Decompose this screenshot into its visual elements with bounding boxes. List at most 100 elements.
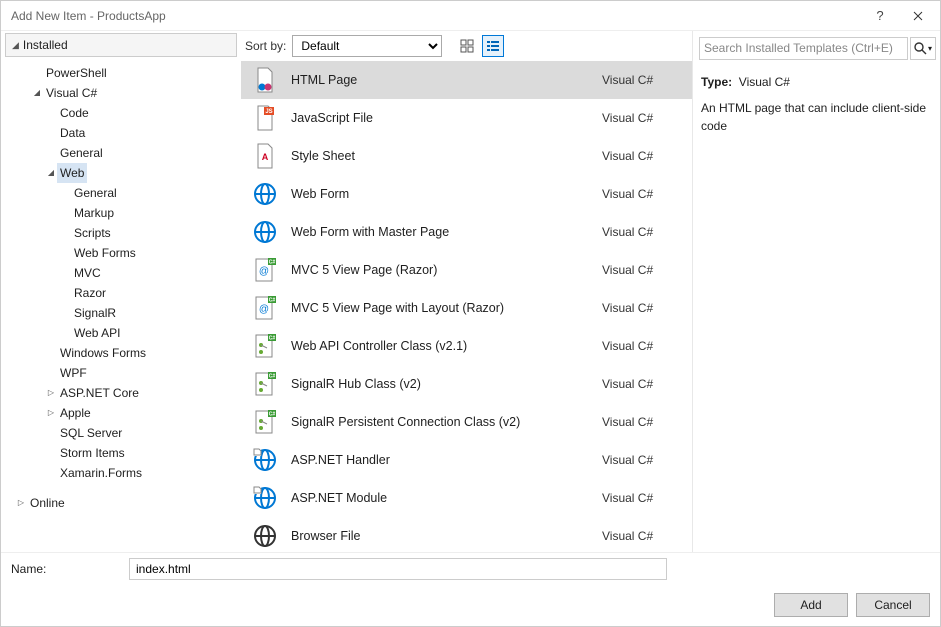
globe3-file-icon — [253, 524, 277, 548]
globe2-file-icon — [253, 448, 277, 472]
template-label: SignalR Persistent Connection Class (v2) — [291, 415, 588, 429]
svg-text:JS: JS — [265, 109, 272, 115]
tree-item-web-signalr[interactable]: SignalR — [11, 303, 241, 323]
svg-text:C#: C# — [269, 260, 276, 266]
globe-file-icon — [253, 182, 277, 206]
search-input[interactable]: Search Installed Templates (Ctrl+E) — [699, 37, 908, 60]
tree-item-powershell[interactable]: PowerShell — [11, 63, 241, 83]
help-button[interactable]: ? — [865, 1, 895, 31]
template-language: Visual C# — [602, 73, 682, 87]
dropdown-caret-icon: ▾ — [928, 44, 932, 53]
name-row: Name: — [1, 552, 940, 584]
css-file-icon: A — [253, 144, 277, 168]
chevron-right-icon: ▷ — [15, 493, 27, 513]
template-row[interactable]: Web FormVisual C# — [241, 175, 692, 213]
template-row[interactable]: Browser FileVisual C# — [241, 517, 692, 552]
template-label: ASP.NET Handler — [291, 453, 588, 467]
online-header[interactable]: ▷Online — [11, 493, 241, 513]
view-list-button[interactable] — [482, 35, 504, 57]
template-language: Visual C# — [602, 529, 682, 543]
tree-item-storm-items[interactable]: Storm Items — [11, 443, 241, 463]
tree-item-web-forms[interactable]: Web Forms — [11, 243, 241, 263]
svg-text:C#: C# — [269, 374, 276, 380]
tree-item-web-general[interactable]: General — [11, 183, 241, 203]
svg-text:A: A — [262, 152, 269, 162]
tree-item-web-mvc[interactable]: MVC — [11, 263, 241, 283]
tree-item-web[interactable]: ◢Web — [11, 163, 241, 183]
template-row[interactable]: C# SignalR Persistent Connection Class (v… — [241, 403, 692, 441]
name-input[interactable] — [129, 558, 667, 580]
type-label: Type: — [701, 75, 732, 89]
tree-item-general[interactable]: General — [11, 143, 241, 163]
category-tree: PowerShell ◢Visual C# Code Data General … — [1, 63, 241, 513]
tree-item-web-webapi[interactable]: Web API — [11, 323, 241, 343]
template-label: MVC 5 View Page with Layout (Razor) — [291, 301, 588, 315]
tree-item-xamarin-forms[interactable]: Xamarin.Forms — [11, 463, 241, 483]
chevron-down-icon: ◢ — [12, 40, 19, 51]
search-icon — [914, 42, 927, 55]
tree-item-windows-forms[interactable]: Windows Forms — [11, 343, 241, 363]
template-row[interactable]: ASP.NET ModuleVisual C# — [241, 479, 692, 517]
template-row[interactable]: C#SignalR Hub Class (v2)Visual C# — [241, 365, 692, 403]
template-list[interactable]: HTML PageVisual C#JSJavaScript FileVisua… — [241, 61, 692, 552]
template-row[interactable]: HTML PageVisual C# — [241, 61, 692, 99]
razor-file-icon: @C# — [253, 258, 277, 282]
template-label: Web API Controller Class (v2.1) — [291, 339, 588, 353]
template-row[interactable]: JSJavaScript FileVisual C# — [241, 99, 692, 137]
template-label: SignalR Hub Class (v2) — [291, 377, 588, 391]
globe-file-icon — [253, 220, 277, 244]
template-label: Style Sheet — [291, 149, 588, 163]
left-panel: ◢ Installed PowerShell ◢Visual C# Code D… — [1, 31, 241, 552]
close-icon — [913, 11, 923, 21]
template-language: Visual C# — [602, 225, 682, 239]
add-button[interactable]: Add — [774, 593, 848, 617]
template-language: Visual C# — [602, 453, 682, 467]
center-toolbar: Sort by: Default — [241, 31, 692, 61]
search-button[interactable]: ▾ — [910, 37, 936, 60]
template-label: MVC 5 View Page (Razor) — [291, 263, 588, 277]
tree-item-visual-csharp[interactable]: ◢Visual C# — [11, 83, 241, 103]
template-language: Visual C# — [602, 149, 682, 163]
template-row[interactable]: Web Form with Master Page Visual C# — [241, 213, 692, 251]
tree-item-data[interactable]: Data — [11, 123, 241, 143]
tree-item-web-scripts[interactable]: Scripts — [11, 223, 241, 243]
template-row[interactable]: @C# MVC 5 View Page (Razor) Visual C# — [241, 251, 692, 289]
grid-icon — [460, 39, 474, 53]
view-large-icons-button[interactable] — [456, 35, 478, 57]
center-panel: Sort by: Default HTML PageVisual C#JSJav… — [241, 31, 692, 552]
svg-text:C#: C# — [269, 298, 276, 304]
template-row[interactable]: A Style Sheet Visual C# — [241, 137, 692, 175]
sort-by-label: Sort by: — [245, 39, 286, 53]
tree-item-wpf[interactable]: WPF — [11, 363, 241, 383]
template-row[interactable]: ASP.NET Handler Visual C# — [241, 441, 692, 479]
template-language: Visual C# — [602, 491, 682, 505]
template-language: Visual C# — [602, 301, 682, 315]
template-language: Visual C# — [602, 339, 682, 353]
chevron-down-icon: ◢ — [45, 163, 57, 183]
template-language: Visual C# — [602, 263, 682, 277]
chevron-right-icon: ▷ — [45, 403, 57, 423]
class-file-icon: C# — [253, 372, 277, 396]
class-file-icon: C# — [253, 410, 277, 434]
template-language: Visual C# — [602, 187, 682, 201]
svg-text:C#: C# — [269, 336, 276, 342]
template-details: Type: Visual C# An HTML page that can in… — [699, 63, 936, 145]
template-row[interactable]: @C#MVC 5 View Page with Layout (Razor)Vi… — [241, 289, 692, 327]
tree-item-code[interactable]: Code — [11, 103, 241, 123]
sort-by-select[interactable]: Default — [292, 35, 442, 57]
tree-item-aspnet-core[interactable]: ▷ASP.NET Core — [11, 383, 241, 403]
template-label: Web Form with Master Page — [291, 225, 588, 239]
tree-item-sql-server[interactable]: SQL Server — [11, 423, 241, 443]
cancel-button[interactable]: Cancel — [856, 593, 930, 617]
html-file-icon — [253, 68, 277, 92]
class-file-icon: C# — [253, 334, 277, 358]
template-row[interactable]: C# Web API Controller Class (v2.1) Visual … — [241, 327, 692, 365]
template-description: An HTML page that can include client-sid… — [701, 99, 934, 135]
tree-item-web-markup[interactable]: Markup — [11, 203, 241, 223]
window-title: Add New Item - ProductsApp — [11, 9, 166, 23]
installed-header[interactable]: ◢ Installed — [5, 33, 237, 57]
js-file-icon: JS — [253, 106, 277, 130]
tree-item-apple[interactable]: ▷Apple — [11, 403, 241, 423]
tree-item-web-razor[interactable]: Razor — [11, 283, 241, 303]
close-button[interactable] — [895, 1, 940, 31]
